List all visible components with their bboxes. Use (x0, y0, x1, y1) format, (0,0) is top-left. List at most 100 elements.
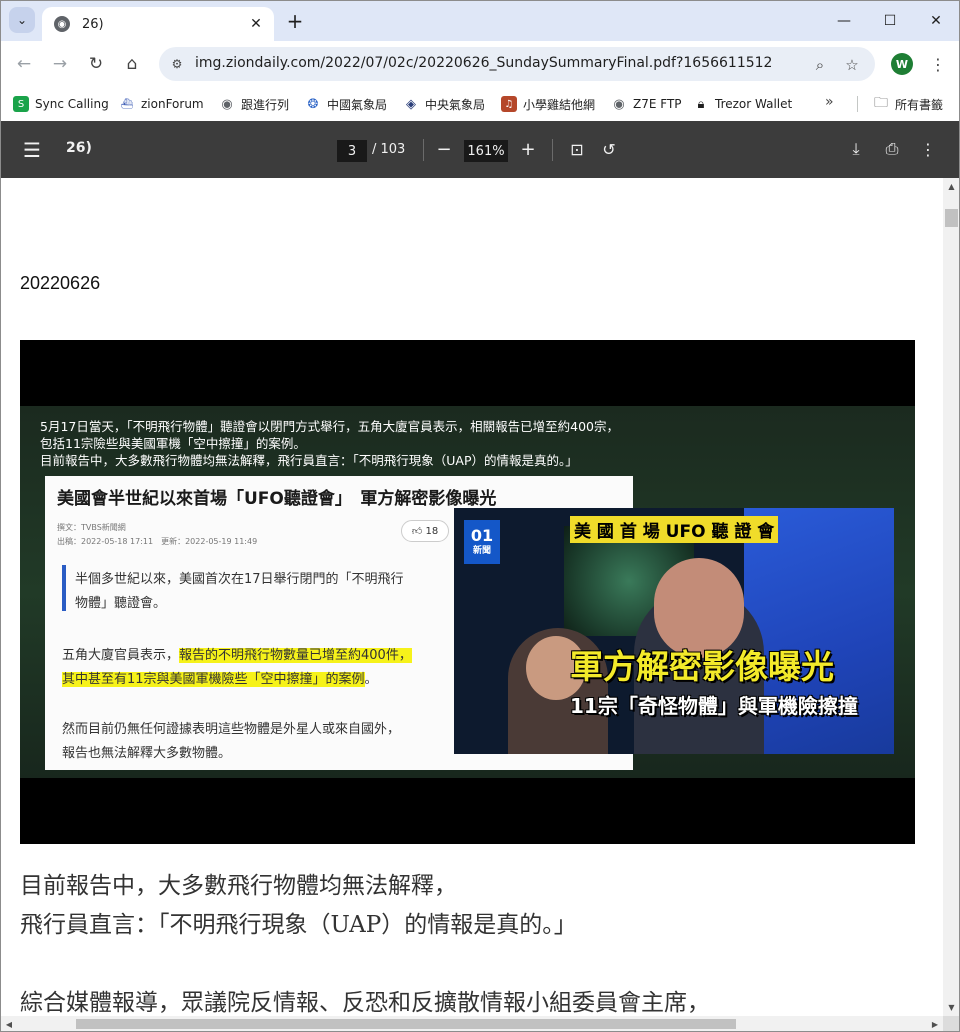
body-line-3: 綜合媒體報導，眾議院反情報、反恐和反擴散情報小組委員會主席， (20, 990, 710, 1016)
thumbs-up-icon: 👍︎ (411, 526, 423, 537)
scroll-down-arrow[interactable]: ▼ (943, 999, 959, 1016)
paragraph-2-line-2: 其中甚至有11宗與美國軍機險些「空中擦撞」的案例。 (62, 668, 378, 687)
body-line-2: 飛行員直言：「不明飛行現象（UAP）的情報是真的。」 (20, 912, 577, 938)
quote-line-1: 半個多世紀以來，美國首次在17日舉行閉門的「不明飛行 (75, 572, 404, 587)
tab-search-button[interactable]: ⌄ (9, 7, 35, 33)
paragraph-3-line-1: 然而目前仍無任何證據表明這些物體是外星人或來自國外， (62, 722, 401, 737)
print-icon[interactable]: ⎙ (880, 137, 904, 161)
like-badge: 👍︎ 18 (401, 520, 449, 542)
guitar-icon: ♫ (501, 96, 517, 112)
bookmark-label: Sync Calling (35, 97, 109, 111)
more-options-icon[interactable]: ⋮ (916, 137, 940, 161)
ship-icon: ⛴ (120, 98, 134, 110)
active-tab[interactable]: ◉ 26) ✕ (42, 7, 274, 41)
logo-text: 01 (470, 526, 494, 545)
bookmark-label: Trezor Wallet (715, 97, 793, 111)
document-date: 20220626 (20, 273, 101, 293)
scroll-left-arrow[interactable]: ◀ (1, 1016, 17, 1031)
news-subheadline: 11宗「奇怪物體」與軍機險擦撞 (570, 694, 858, 718)
rotate-icon[interactable]: ↺ (597, 137, 621, 161)
globe-icon: ◉ (221, 96, 233, 112)
vertical-scroll-thumb[interactable] (945, 209, 958, 227)
bookmark-sync-calling[interactable]: S Sync Calling (13, 93, 109, 115)
news-top-banner: 美 國 首 場 UFO 聽 證 會 (570, 516, 779, 543)
window-close-button[interactable]: ✕ (913, 7, 959, 35)
horizontal-scroll-thumb[interactable] (76, 1019, 736, 1029)
menu-icon[interactable]: ☰ (23, 138, 41, 162)
paragraph-2-line-1: 五角大廈官員表示，報告的不明飛行物數量已增至約400件， (62, 644, 412, 663)
profile-avatar[interactable]: W (891, 53, 913, 75)
fit-page-icon[interactable]: ⊡ (565, 137, 589, 161)
reload-button[interactable]: ↻ (82, 50, 110, 78)
embedded-video-screenshot: 5月17日當天，「不明飛行物體」聽證會以閉門方式舉行，五角大廈官員表示，相關報告… (20, 340, 915, 844)
close-tab-icon[interactable]: ✕ (246, 14, 266, 34)
hk01-logo: 01 新聞 (464, 520, 500, 564)
tab-title: 26) (82, 16, 104, 32)
bookmark-label: 中國氣象局 (327, 97, 388, 112)
bookmark-cwb[interactable]: ◈ 中央氣象局 (403, 93, 485, 115)
cwb-icon: ◈ (406, 96, 416, 112)
maximize-button[interactable]: ☐ (867, 7, 913, 35)
bookmark-zionforum[interactable]: ⛴ zionForum (119, 93, 204, 115)
bookmarks-divider (857, 96, 858, 112)
page-number-input[interactable]: 3 (337, 140, 367, 162)
like-count: 18 (425, 525, 439, 537)
news-frame: 01 新聞 美 國 首 場 UFO 聽 證 會 軍方解密影像曝光 11宗「奇怪物體… (454, 508, 894, 754)
address-bar[interactable]: ⚙ img.ziondaily.com/2022/07/02c/20220626… (159, 47, 875, 81)
zoom-out-button[interactable]: − (432, 137, 456, 161)
bookmark-label: 跟進行列 (241, 97, 290, 112)
zoom-icon[interactable]: ⌕ (809, 54, 831, 76)
lock-icon: 🔒︎ (697, 96, 705, 112)
vertical-scrollbar[interactable]: ▲ ▼ (943, 178, 959, 1016)
forward-button[interactable]: → (46, 50, 74, 78)
zoom-in-button[interactable]: + (516, 137, 540, 161)
bookmark-cma[interactable]: ❂ 中國氣象局 (305, 93, 387, 115)
download-icon[interactable]: ⤓ (844, 137, 868, 161)
cma-icon: ❂ (307, 96, 319, 112)
browser-window: ⌄ ◉ 26) ✕ + — ☐ ✕ ← → ↻ ⌂ ⚙ img.ziondail… (0, 0, 960, 1032)
zoom-level-input[interactable]: 161% (464, 140, 508, 162)
video-caption-3: 目前報告中，大多數飛行物體均無法解釋，飛行員直言：「不明飛行現象（UAP）的情報… (40, 453, 578, 468)
bookmark-label: 中央氣象局 (425, 97, 486, 112)
minimize-button[interactable]: — (821, 7, 867, 35)
bookmarks-bar: S Sync Calling ⛴ zionForum ◉ 跟進行列 ❂ 中國氣象… (1, 87, 959, 121)
pdf-page: 20220626 5月17日當天，「不明飛行物體」聽證會以閉門方式舉行，五角大廈… (1, 178, 943, 1016)
bookmark-follow-queue[interactable]: ◉ 跟進行列 (219, 93, 289, 115)
browser-toolbar: ← → ↻ ⌂ ⚙ img.ziondaily.com/2022/07/02c/… (1, 41, 959, 87)
new-tab-button[interactable]: + (283, 9, 307, 33)
home-button[interactable]: ⌂ (118, 50, 146, 78)
quote-line-2: 物體」聽證會。 (75, 596, 167, 611)
bookmark-z7e-ftp[interactable]: ◉ Z7E FTP (611, 93, 682, 115)
highlight-2: 其中甚至有11宗與美國軍機險些「空中擦撞」的案例 (62, 672, 365, 687)
all-bookmarks-folder[interactable]: 🗀 所有書籤 (873, 93, 943, 115)
highlight-1: 報告的不明飛行物數量已增至約400件， (179, 648, 412, 663)
bookmark-guitar[interactable]: ♫ 小學雞結他網 (501, 93, 595, 115)
chevron-down-icon: ⌄ (16, 13, 28, 27)
page-total: / 103 (372, 142, 406, 157)
horizontal-scrollbar[interactable]: ◀ ▶ (1, 1016, 943, 1031)
bookmark-trezor[interactable]: 🔒︎ Trezor Wallet (693, 93, 793, 115)
toolbar-divider (552, 139, 553, 161)
pdf-toolbar: ☰ 26) 3 / 103 − 161% + ⊡ ↺ ⤓ ⎙ ⋮ (1, 121, 959, 178)
bookmark-label: Z7E FTP (633, 97, 682, 111)
sync-calling-icon: S (13, 96, 29, 112)
back-button[interactable]: ← (10, 50, 38, 78)
paragraph-2-prefix: 五角大廈官員表示， (62, 648, 180, 663)
bookmark-label: 小學雞結他網 (523, 97, 596, 112)
site-info-icon[interactable]: ⚙ (167, 54, 187, 74)
news-headline: 軍方解密影像曝光 (570, 647, 834, 686)
url-text[interactable]: img.ziondaily.com/2022/07/02c/20220626_S… (195, 55, 772, 71)
globe-icon: ◉ (613, 96, 625, 112)
article-byline: 撰文：TVBS新聞網 (57, 523, 126, 532)
more-bookmarks-icon[interactable]: » (825, 94, 834, 110)
bookmark-label: 所有書籤 (895, 97, 944, 112)
body-line-1: 目前報告中，大多數飛行物體均無法解釋， (20, 873, 457, 899)
article-dates: 出稿：2022-05-18 17:11 更新：2022-05-19 11:49 (57, 537, 258, 546)
browser-menu-icon[interactable]: ⋮ (927, 51, 949, 77)
pdf-title: 26) (66, 140, 92, 156)
scrollbar-corner (943, 1016, 959, 1031)
bookmark-star-icon[interactable]: ☆ (841, 54, 863, 76)
logo-subtext: 新聞 (472, 546, 491, 556)
scroll-up-arrow[interactable]: ▲ (943, 178, 959, 195)
scroll-right-arrow[interactable]: ▶ (927, 1016, 943, 1031)
